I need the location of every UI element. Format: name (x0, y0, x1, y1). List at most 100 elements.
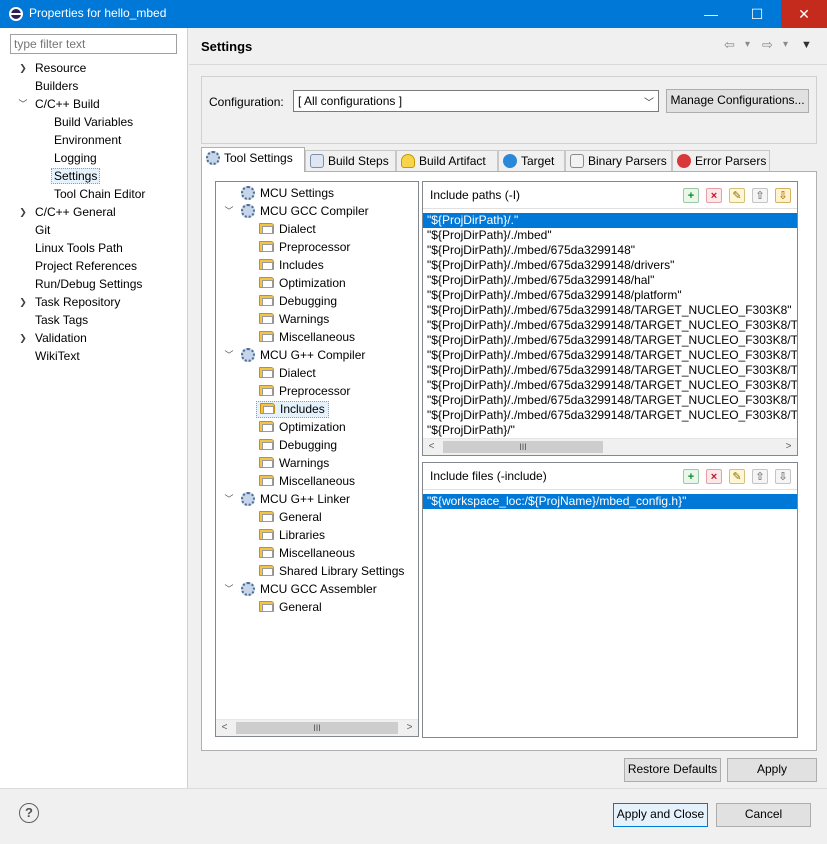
nav-item-project-references[interactable]: Project References (0, 257, 187, 275)
tree-item-gcc-preprocessor[interactable]: Preprocessor (216, 238, 418, 256)
nav-item-linux-tools-path[interactable]: Linux Tools Path (0, 239, 187, 257)
list-item[interactable]: "${ProjDirPath}/./mbed/675da3299148/hal" (423, 273, 797, 288)
nav-item-run-debug-settings[interactable]: Run/Debug Settings (0, 275, 187, 293)
move-down-icon[interactable]: ⇩ (775, 469, 791, 484)
tab-target[interactable]: Target (498, 150, 565, 171)
edit-icon[interactable]: ✎ (729, 188, 745, 203)
nav-item-wikitext[interactable]: WikiText (0, 347, 187, 365)
nav-item-resource[interactable]: ❯ Resource (0, 59, 187, 77)
list-item[interactable]: "${ProjDirPath}/./mbed/675da3299148/TARG… (423, 303, 797, 318)
list-item[interactable]: "${ProjDirPath}/./mbed/675da3299148/plat… (423, 288, 797, 303)
nav-item-builders[interactable]: Builders (0, 77, 187, 95)
tree-item-linker-miscellaneous[interactable]: Miscellaneous (216, 544, 418, 562)
nav-item-git[interactable]: Git (0, 221, 187, 239)
chevron-down-icon[interactable]: ﹀ (17, 95, 29, 113)
tab-binary-parsers[interactable]: Binary Parsers (565, 150, 672, 171)
manage-configurations-button[interactable]: Manage Configurations... (666, 89, 809, 113)
nav-item-environment[interactable]: Environment (0, 131, 187, 149)
move-up-icon[interactable]: ⇧ (752, 469, 768, 484)
nav-item-settings[interactable]: Settings (0, 167, 187, 185)
tree-item-gpp-debugging[interactable]: Debugging (216, 436, 418, 454)
tree-item-assembler-general[interactable]: General (216, 598, 418, 616)
tree-item-gpp-dialect[interactable]: Dialect (216, 364, 418, 382)
chevron-down-icon[interactable]: ﹀ (224, 580, 234, 598)
tree-item-gpp-miscellaneous[interactable]: Miscellaneous (216, 472, 418, 490)
filter-input[interactable] (10, 34, 177, 54)
help-icon[interactable]: ? (19, 803, 39, 823)
tab-build-artifact[interactable]: Build Artifact (396, 150, 498, 171)
chevron-right-icon[interactable]: ❯ (17, 59, 29, 77)
list-item[interactable]: "${ProjDirPath}/./mbed/675da3299148/TARG… (423, 318, 797, 333)
add-icon[interactable]: + (683, 188, 699, 203)
list-item[interactable]: "${ProjDirPath}/./mbed/675da3299148/driv… (423, 258, 797, 273)
delete-icon[interactable]: × (706, 188, 722, 203)
delete-icon[interactable]: × (706, 469, 722, 484)
chevron-right-icon[interactable]: ❯ (17, 329, 29, 347)
tree-item-gpp-includes[interactable]: Includes (216, 400, 418, 418)
scroll-right-icon[interactable]: > (401, 720, 418, 736)
back-arrow-icon[interactable]: ⇦ (724, 37, 735, 53)
nav-item-cpp-build[interactable]: ﹀ C/C++ Build (0, 95, 187, 113)
tree-horizontal-scrollbar[interactable]: < III > (216, 719, 418, 736)
list-item[interactable]: "${ProjDirPath}/." (423, 213, 797, 228)
tree-item-gcc-optimization[interactable]: Optimization (216, 274, 418, 292)
add-icon[interactable]: + (683, 469, 699, 484)
chevron-down-icon[interactable]: ﹀ (224, 346, 234, 364)
apply-button[interactable]: Apply (727, 758, 817, 782)
apply-and-close-button[interactable]: Apply and Close (613, 803, 708, 827)
maximize-button[interactable]: ☐ (734, 0, 780, 28)
list-item[interactable]: "${ProjDirPath}/./mbed/675da3299148/TARG… (423, 378, 797, 393)
tree-item-gcc-miscellaneous[interactable]: Miscellaneous (216, 328, 418, 346)
configuration-select[interactable]: [ All configurations ] ﹀ (293, 90, 659, 112)
cancel-button[interactable]: Cancel (716, 803, 811, 827)
chevron-down-icon[interactable]: ﹀ (224, 202, 234, 220)
scroll-thumb[interactable]: III (443, 441, 603, 453)
tree-item-shared-library-settings[interactable]: Shared Library Settings (216, 562, 418, 580)
view-menu-icon[interactable]: ▼ (801, 39, 812, 51)
list-item[interactable]: "${workspace_loc:/${ProjName}/mbed_confi… (423, 494, 797, 509)
nav-item-validation[interactable]: ❯ Validation (0, 329, 187, 347)
move-up-icon[interactable]: ⇧ (752, 188, 768, 203)
tree-item-mcu-gcc-assembler[interactable]: ﹀ MCU GCC Assembler (216, 580, 418, 598)
list-item[interactable]: "${ProjDirPath}/./mbed/675da3299148/TARG… (423, 408, 797, 423)
tree-item-gcc-warnings[interactable]: Warnings (216, 310, 418, 328)
edit-icon[interactable]: ✎ (729, 469, 745, 484)
nav-item-task-repository[interactable]: ❯ Task Repository (0, 293, 187, 311)
tree-item-gcc-debugging[interactable]: Debugging (216, 292, 418, 310)
include-paths-horizontal-scrollbar[interactable]: < III > (423, 438, 797, 455)
tree-item-gpp-warnings[interactable]: Warnings (216, 454, 418, 472)
chevron-right-icon[interactable]: ❯ (17, 203, 29, 221)
tree-item-mcu-gcc-compiler[interactable]: ﹀ MCU GCC Compiler (216, 202, 418, 220)
nav-item-tool-chain-editor[interactable]: Tool Chain Editor (0, 185, 187, 203)
tree-item-mcu-gpp-linker[interactable]: ﹀ MCU G++ Linker (216, 490, 418, 508)
list-item[interactable]: "${ProjDirPath}/./mbed/675da3299148/TARG… (423, 363, 797, 378)
chevron-down-icon[interactable]: ﹀ (224, 490, 234, 508)
list-item[interactable]: "${ProjDirPath}/./mbed/675da3299148" (423, 243, 797, 258)
tree-item-mcu-gpp-compiler[interactable]: ﹀ MCU G++ Compiler (216, 346, 418, 364)
move-down-icon[interactable]: ⇩ (775, 188, 791, 203)
tree-item-linker-libraries[interactable]: Libraries (216, 526, 418, 544)
close-button[interactable]: ✕ (781, 0, 827, 28)
list-item[interactable]: "${ProjDirPath}/./mbed/675da3299148/TARG… (423, 393, 797, 408)
forward-dropdown-icon[interactable]: ▾ (783, 39, 788, 50)
list-item[interactable]: "${ProjDirPath}/./mbed/675da3299148/TARG… (423, 333, 797, 348)
list-item[interactable]: "${ProjDirPath}/" (423, 423, 797, 438)
tree-item-mcu-settings[interactable]: MCU Settings (216, 184, 418, 202)
chevron-right-icon[interactable]: ❯ (17, 293, 29, 311)
tab-tool-settings[interactable]: Tool Settings (201, 147, 305, 172)
nav-item-cpp-general[interactable]: ❯ C/C++ General (0, 203, 187, 221)
tree-item-gcc-includes[interactable]: Includes (216, 256, 418, 274)
forward-arrow-icon[interactable]: ⇨ (762, 37, 773, 53)
scroll-thumb[interactable]: III (236, 722, 398, 734)
list-item[interactable]: "${ProjDirPath}/./mbed" (423, 228, 797, 243)
minimize-button[interactable]: — (688, 0, 734, 28)
tab-error-parsers[interactable]: Error Parsers (672, 150, 770, 171)
tree-item-gpp-preprocessor[interactable]: Preprocessor (216, 382, 418, 400)
tab-build-steps[interactable]: Build Steps (305, 150, 396, 171)
scroll-left-icon[interactable]: < (216, 720, 233, 736)
list-item[interactable]: "${ProjDirPath}/./mbed/675da3299148/TARG… (423, 348, 797, 363)
restore-defaults-button[interactable]: Restore Defaults (624, 758, 721, 782)
nav-item-build-variables[interactable]: Build Variables (0, 113, 187, 131)
tree-item-gpp-optimization[interactable]: Optimization (216, 418, 418, 436)
nav-item-logging[interactable]: Logging (0, 149, 187, 167)
